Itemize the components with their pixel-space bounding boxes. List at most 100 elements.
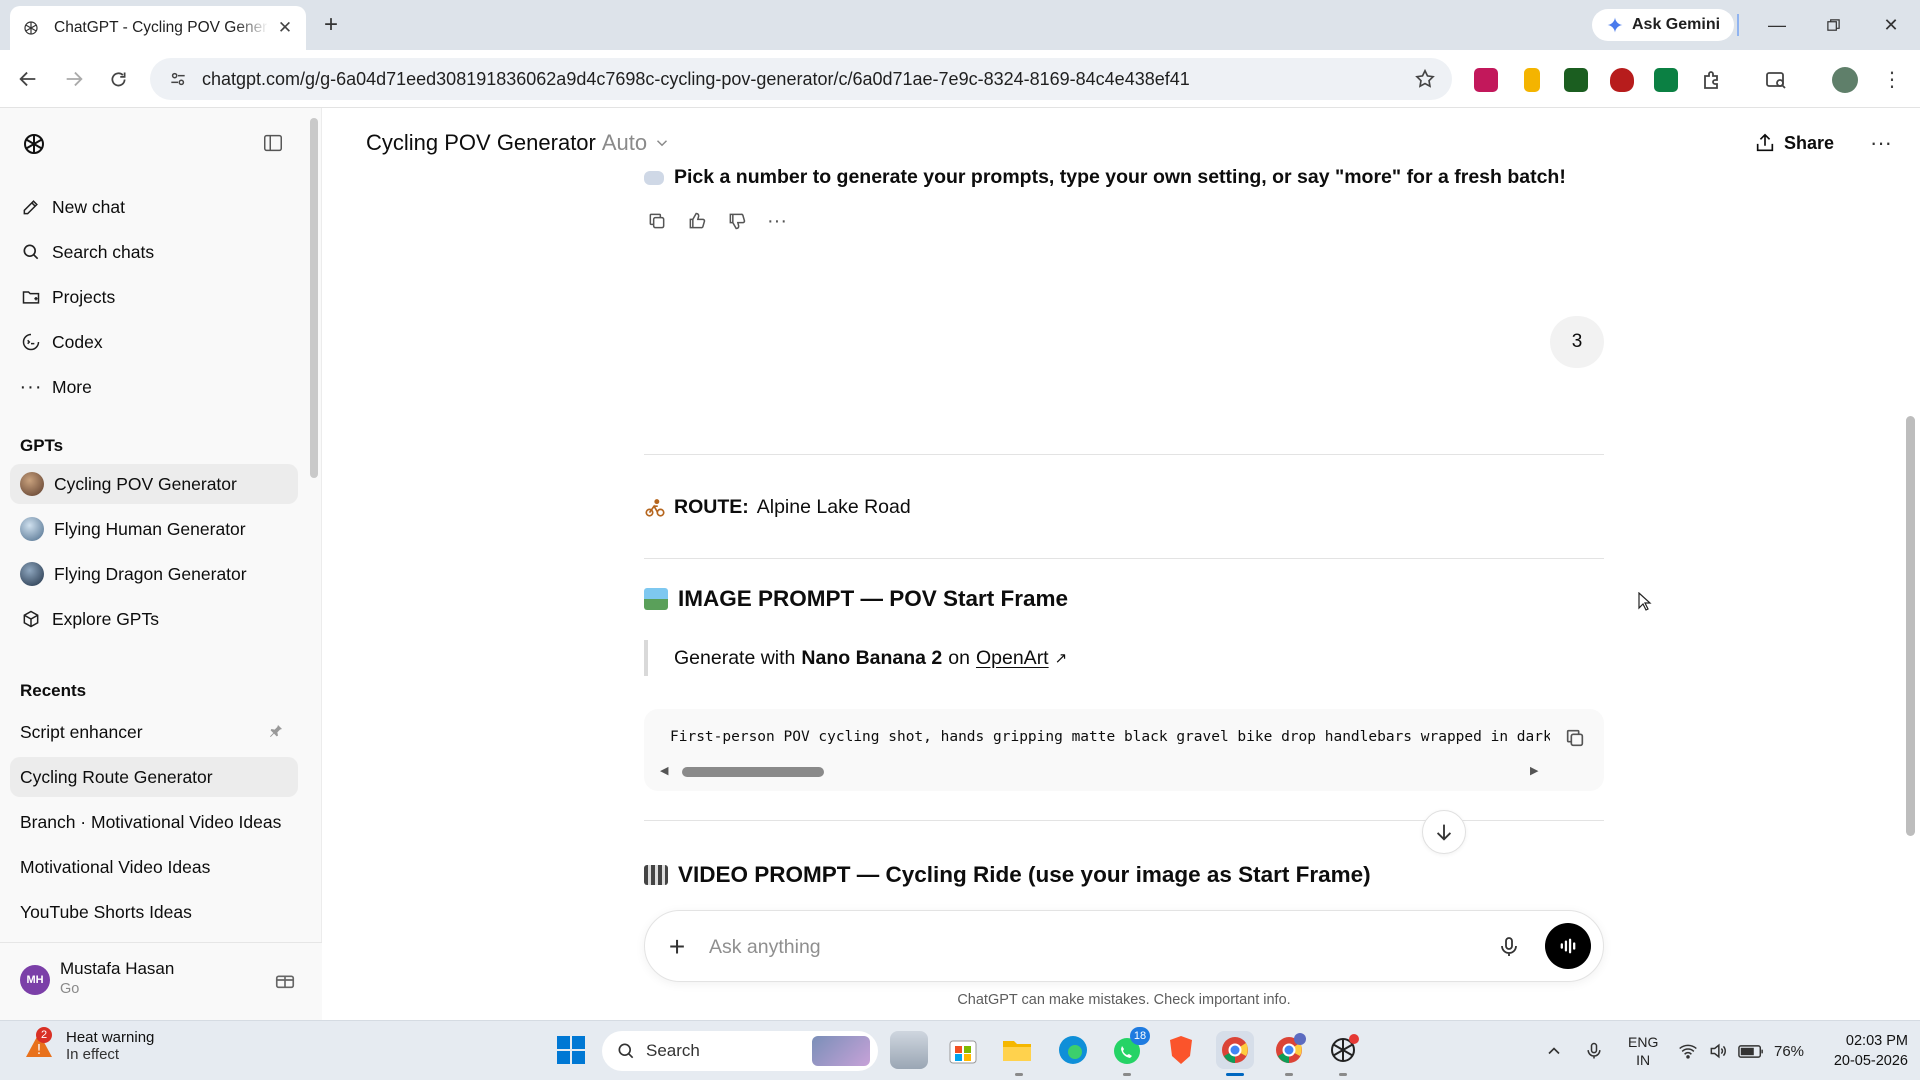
recent-chat-item[interactable]: Script enhancer xyxy=(10,712,298,752)
notes-extension-icon[interactable] xyxy=(1524,68,1540,92)
recent-chat-item[interactable]: YouTube Shorts Ideas xyxy=(10,892,298,932)
system-clock[interactable]: 02:03 PM 20-05-2026 xyxy=(1816,1031,1908,1071)
taskbar-search[interactable]: Search xyxy=(602,1031,878,1071)
scroll-left-icon[interactable]: ◀ xyxy=(660,766,670,777)
user-avatar: MH xyxy=(20,965,50,995)
sidebar-item-new-chat[interactable]: New chat xyxy=(10,187,298,227)
edit-icon xyxy=(20,196,42,218)
scroll-to-bottom-button[interactable] xyxy=(1422,810,1466,854)
sidebar-item-search-chats[interactable]: Search chats xyxy=(10,232,298,272)
more-actions-icon[interactable]: ··· xyxy=(764,208,790,234)
scroll-right-icon[interactable]: ▶ xyxy=(1530,766,1540,777)
brave-browser-icon[interactable] xyxy=(1162,1031,1200,1069)
task-view-icon[interactable] xyxy=(890,1031,928,1069)
recent-chat-label: Cycling Route Generator xyxy=(20,766,213,787)
shield-extension-icon[interactable] xyxy=(1610,68,1634,92)
copy-code-icon[interactable] xyxy=(1564,727,1588,751)
thumbs-down-icon[interactable] xyxy=(724,208,750,234)
chrome-profile-icon[interactable] xyxy=(1270,1031,1308,1069)
chrome-icon[interactable] xyxy=(1216,1031,1254,1069)
add-attachment-icon[interactable]: + xyxy=(663,931,691,962)
sidebar-item-flying-human-generator[interactable]: Flying Human Generator xyxy=(10,509,298,549)
sidebar-item-more[interactable]: ··· More xyxy=(10,367,298,407)
mouse-cursor-icon xyxy=(1638,592,1652,612)
voice-waveform-icon xyxy=(1560,938,1576,954)
show-hidden-icons[interactable] xyxy=(1544,1021,1564,1080)
ask-gemini-button[interactable]: Ask Gemini xyxy=(1592,9,1735,41)
minimize-window-icon[interactable]: — xyxy=(1764,12,1790,38)
clapper-icon xyxy=(644,865,668,885)
bookmark-star-icon[interactable] xyxy=(1414,68,1436,90)
whatsapp-icon[interactable]: 18 xyxy=(1108,1027,1150,1069)
sidebar-item-cycling-pov-generator[interactable]: Cycling POV Generator xyxy=(10,464,298,504)
model-switcher[interactable]: Cycling POV Generator Auto xyxy=(366,130,671,156)
chatgpt-app-icon[interactable] xyxy=(1324,1031,1362,1069)
microsoft-store-icon[interactable] xyxy=(944,1031,982,1069)
profile-avatar[interactable] xyxy=(1832,67,1858,93)
scrollbar-thumb[interactable] xyxy=(682,767,824,777)
image-prompt-heading: IMAGE PROMPT — POV Start Frame xyxy=(644,586,1068,612)
main-scrollbar[interactable] xyxy=(1904,110,1918,1016)
extensions-puzzle-icon[interactable] xyxy=(1700,68,1724,92)
code-block: First-person POV cycling shot, hands gri… xyxy=(644,709,1604,791)
wifi-icon xyxy=(1678,1041,1698,1061)
voice-mode-button[interactable] xyxy=(1545,923,1591,969)
video-extension-icon[interactable] xyxy=(1564,68,1588,92)
sidebar-item-codex[interactable]: Codex xyxy=(10,322,298,362)
gpt-avatar xyxy=(20,562,44,586)
share-button[interactable]: Share xyxy=(1754,128,1834,158)
browser-tab-chatgpt[interactable]: ChatGPT - Cycling POV Generator ✕ xyxy=(10,6,306,50)
gpt-avatar xyxy=(20,472,44,496)
quick-settings[interactable]: 76% xyxy=(1678,1021,1804,1080)
close-window-icon[interactable]: ✕ xyxy=(1878,12,1904,38)
weather-widget[interactable]: ! 2 Heat warning In effect xyxy=(22,1027,154,1063)
edge-browser-icon[interactable] xyxy=(1054,1031,1092,1069)
back-arrow-icon[interactable] xyxy=(14,65,42,93)
generate-prefix: Generate with xyxy=(674,646,796,669)
file-explorer-icon[interactable] xyxy=(998,1031,1036,1069)
running-indicator xyxy=(1339,1073,1347,1076)
sidebar-toggle-icon[interactable] xyxy=(262,132,286,156)
sidebar-item-explore-gpts[interactable]: Explore GPTs xyxy=(10,599,298,639)
restore-window-icon[interactable] xyxy=(1820,12,1846,38)
recent-chat-item[interactable]: Cycling Route Generator xyxy=(10,757,298,797)
address-bar[interactable]: chatgpt.com/g/g-6a04d71eed308191836062a9… xyxy=(150,58,1452,100)
downloader-extension-icon[interactable] xyxy=(1654,68,1678,92)
code-horizontal-scrollbar[interactable]: ◀ ▶ xyxy=(660,765,1540,777)
prompt-input[interactable] xyxy=(709,931,1469,963)
pin-icon[interactable] xyxy=(268,723,284,739)
download-extension-icon[interactable] xyxy=(1474,68,1498,92)
openart-link[interactable]: OpenArt xyxy=(976,647,1049,670)
sidebar-item-flying-dragon-generator[interactable]: Flying Dragon Generator xyxy=(10,554,298,594)
microphone-icon[interactable] xyxy=(1584,1021,1604,1080)
language-indicator[interactable]: ENG IN xyxy=(1628,1021,1658,1080)
copy-icon[interactable] xyxy=(644,208,670,234)
conversation-options-icon[interactable]: ··· xyxy=(1868,130,1894,156)
url-text: chatgpt.com/g/g-6a04d71eed308191836062a9… xyxy=(202,68,1190,89)
recent-chat-item[interactable]: Motivational Video Ideas xyxy=(10,847,298,887)
sidebar-item-label: Search chats xyxy=(52,241,155,262)
tab-close-icon[interactable]: ✕ xyxy=(276,18,294,37)
recent-chat-label: Motivational Video Ideas xyxy=(20,856,211,877)
new-tab-button[interactable]: + xyxy=(318,11,344,38)
sidebar-scrollbar[interactable] xyxy=(310,118,318,478)
gemini-sparkle-icon xyxy=(1606,16,1624,34)
browser-menu-icon[interactable]: ⋮ xyxy=(1880,68,1904,92)
windows-taskbar: ! 2 Heat warning In effect Search 18 ENG… xyxy=(0,1020,1920,1080)
scrollbar-thumb[interactable] xyxy=(1906,416,1915,836)
user-menu[interactable]: MH Mustafa Hasan Go xyxy=(0,942,322,1020)
user-message-bubble: 3 xyxy=(1550,316,1604,368)
recent-chat-item[interactable]: Branch · Motivational Video Ideas xyxy=(10,802,298,842)
windows-start-icon[interactable] xyxy=(552,1031,590,1069)
sidebar-item-label: Codex xyxy=(52,331,103,352)
site-settings-icon[interactable] xyxy=(158,58,198,100)
tab-search-icon[interactable] xyxy=(1764,68,1788,92)
microphone-icon[interactable] xyxy=(1497,935,1521,959)
sidebar-item-projects[interactable]: Projects xyxy=(10,277,298,317)
forward-arrow-icon[interactable] xyxy=(60,65,88,93)
reload-icon[interactable] xyxy=(104,65,132,93)
upgrade-gift-icon[interactable] xyxy=(274,969,296,991)
thumbs-up-icon[interactable] xyxy=(684,208,710,234)
sidebar-item-label: Projects xyxy=(52,286,116,307)
chatgpt-logo-icon[interactable] xyxy=(20,130,48,158)
